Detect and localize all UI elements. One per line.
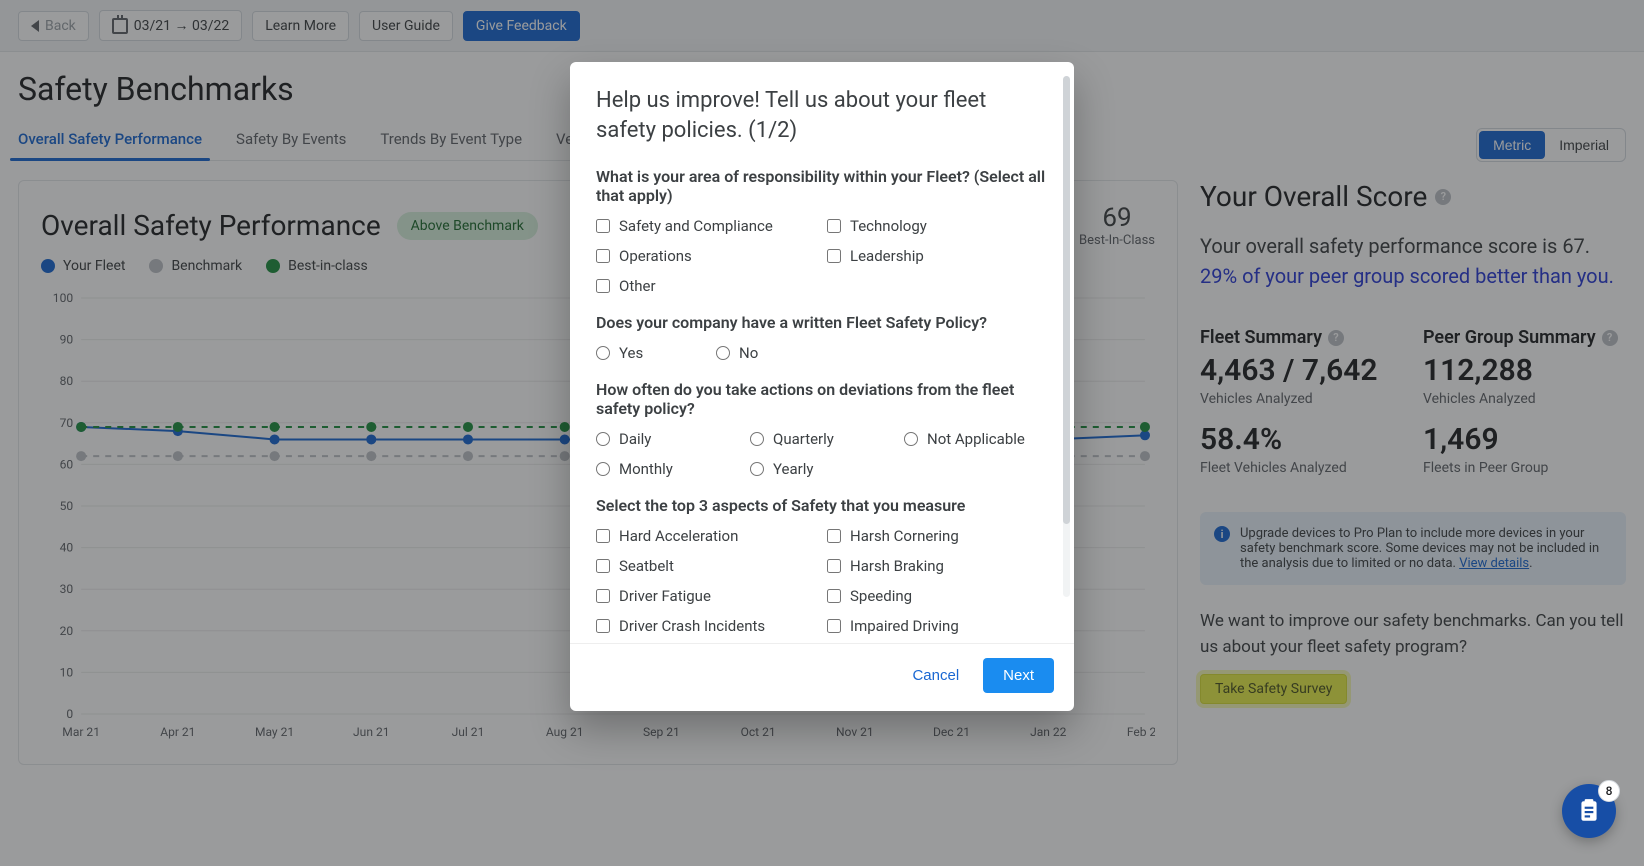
opt-other[interactable]: Other [596,277,817,295]
opt-harsh-cornering[interactable]: Harsh Cornering [827,527,1048,545]
opt-speeding[interactable]: Speeding [827,587,1048,605]
q1-options: Safety and Compliance Technology Operati… [596,217,1048,295]
opt-yes[interactable]: Yes [596,344,706,362]
cancel-button[interactable]: Cancel [902,658,969,693]
opt-no[interactable]: No [716,344,826,362]
modal-footer: Cancel Next [570,643,1074,711]
opt-impaired-driving[interactable]: Impaired Driving [827,617,1048,635]
opt-driver-fatigue[interactable]: Driver Fatigue [596,587,817,605]
opt-operations[interactable]: Operations [596,247,817,265]
opt-yearly[interactable]: Yearly [750,460,894,478]
q3-options: Daily Quarterly Not Applicable Monthly Y… [596,430,1048,478]
modal-title: Help us improve! Tell us about your flee… [596,86,1048,145]
next-button[interactable]: Next [983,658,1054,693]
question-written-policy: Does your company have a written Fleet S… [596,313,1048,332]
opt-harsh-braking[interactable]: Harsh Braking [827,557,1048,575]
opt-hard-acceleration[interactable]: Hard Acceleration [596,527,817,545]
opt-driver-crash-incidents[interactable]: Driver Crash Incidents [596,617,817,635]
question-deviation-frequency: How often do you take actions on deviati… [596,380,1048,418]
fab-badge: 8 [1598,780,1620,802]
opt-technology[interactable]: Technology [827,217,1048,235]
question-responsibility: What is your area of responsibility with… [596,167,1048,205]
q4-options: Hard Acceleration Harsh Cornering Seatbe… [596,527,1048,635]
survey-modal: Help us improve! Tell us about your flee… [570,62,1074,711]
opt-monthly[interactable]: Monthly [596,460,740,478]
opt-not-applicable[interactable]: Not Applicable [904,430,1048,448]
opt-daily[interactable]: Daily [596,430,740,448]
clipboard-icon [1576,798,1602,824]
opt-safety-compliance[interactable]: Safety and Compliance [596,217,817,235]
opt-seatbelt[interactable]: Seatbelt [596,557,817,575]
opt-quarterly[interactable]: Quarterly [750,430,894,448]
opt-leadership[interactable]: Leadership [827,247,1048,265]
q2-options: Yes No [596,344,1048,362]
help-fab[interactable]: 8 [1562,784,1616,838]
question-top3-aspects: Select the top 3 aspects of Safety that … [596,496,1048,515]
modal-scrollbar[interactable] [1063,76,1070,597]
